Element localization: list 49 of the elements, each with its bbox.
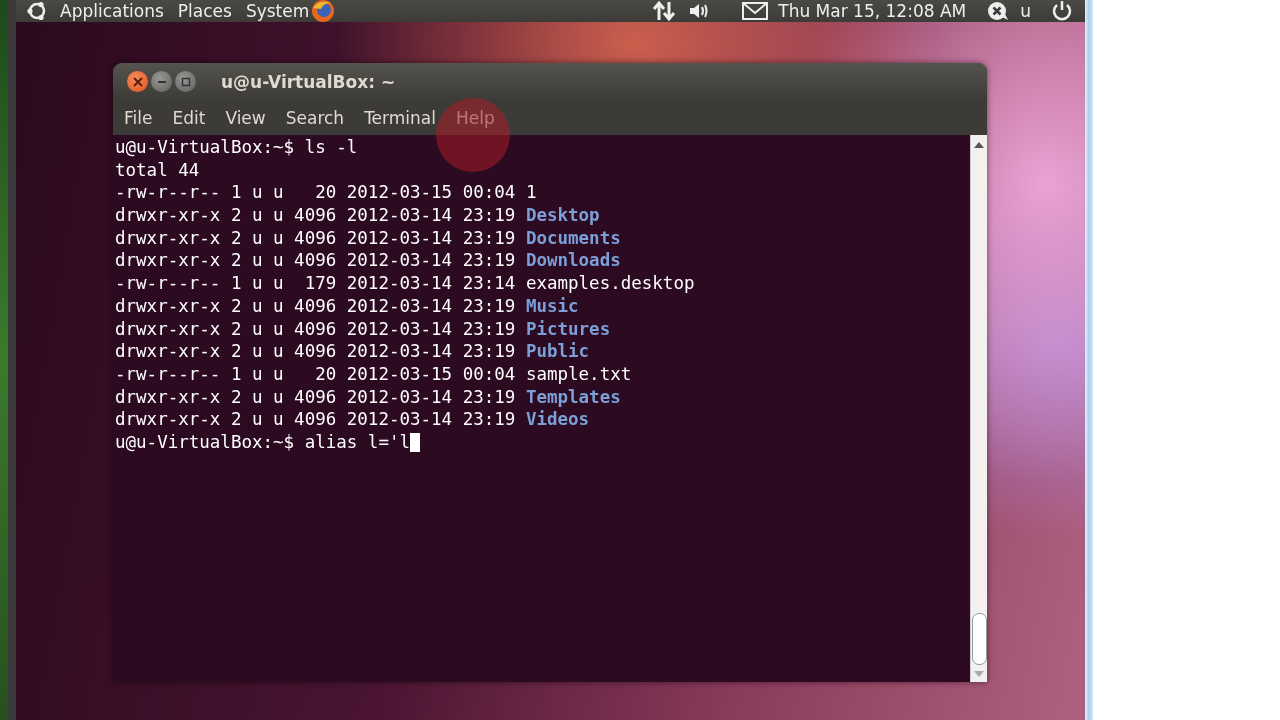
file-name: Pictures — [525, 317, 611, 341]
file-details: drwxr-xr-x 2 u u 4096 2012-03-14 23:19 — [115, 340, 516, 363]
file-name: Downloads — [525, 249, 621, 273]
file-details: drwxr-xr-x 2 u u 4096 2012-03-14 23:19 — [115, 204, 516, 227]
network-arrows-icon[interactable] — [652, 0, 677, 22]
terminal-line: u@u-VirtualBox:~$ ls -l — [115, 136, 358, 159]
close-button[interactable] — [127, 71, 148, 92]
file-details: -rw-r--r-- 1 u u 179 2012-03-14 23:14 — [115, 272, 516, 295]
window-title: u@u-VirtualBox: ~ — [221, 71, 396, 92]
file-name: 1 — [525, 181, 537, 205]
file-details: drwxr-xr-x 2 u u 4096 2012-03-14 23:19 — [115, 294, 516, 318]
menu-item[interactable]: Edit — [162, 107, 216, 128]
menu-item[interactable]: Search — [275, 107, 355, 128]
chat-status-icon[interactable] — [986, 0, 1011, 22]
file-details: -rw-r--r-- 1 u u 20 2012-03-15 00:04 — [115, 362, 516, 386]
mail-icon[interactable] — [742, 2, 769, 20]
file-name: examples.desktop — [525, 272, 695, 295]
file-details: -rw-r--r-- 1 u u 20 2012-03-15 00:04 — [115, 181, 516, 205]
file-details: drwxr-xr-x 2 u u 4096 2012-03-14 23:19 — [115, 317, 516, 341]
file-name: Desktop — [525, 204, 600, 227]
file-details: drwxr-xr-x 2 u u 4096 2012-03-14 23:19 — [115, 385, 516, 409]
scrollbar[interactable] — [970, 135, 987, 682]
file-details: drwxr-xr-x 2 u u 4096 2012-03-14 23:19 — [115, 408, 516, 431]
file-name: Documents — [525, 226, 621, 250]
panel-menu[interactable]: Applications — [60, 0, 164, 22]
menu-item[interactable]: View — [215, 107, 276, 128]
scroll-thumb[interactable] — [971, 613, 987, 665]
ubuntu-logo-icon[interactable] — [26, 0, 48, 22]
maximize-icon — [180, 76, 191, 87]
file-name: Music — [525, 294, 579, 318]
clock[interactable]: Thu Mar 15, 12:08 AM — [778, 0, 967, 22]
file-name: Videos — [525, 408, 590, 431]
minimize-button[interactable] — [151, 71, 172, 92]
maximize-button[interactable] — [175, 71, 196, 92]
panel-menu[interactable]: System — [245, 0, 310, 22]
scroll-up-icon[interactable] — [974, 142, 984, 148]
user-menu[interactable]: u — [1020, 1, 1031, 21]
menu-item[interactable]: File — [114, 107, 163, 128]
file-details: drwxr-xr-x 2 u u 4096 2012-03-14 23:19 — [115, 226, 516, 250]
power-icon[interactable] — [1051, 0, 1073, 22]
file-name: Templates — [525, 385, 621, 409]
panel-menu[interactable]: Places — [177, 0, 232, 22]
terminal-line: total 44 — [115, 158, 200, 182]
file-details: drwxr-xr-x 2 u u 4096 2012-03-14 23:19 — [115, 249, 516, 273]
close-icon — [132, 76, 143, 87]
file-name: sample.txt — [525, 362, 632, 386]
terminal-line: u@u-VirtualBox:~$ alias l='l — [115, 430, 410, 454]
menu-item[interactable]: Terminal — [354, 107, 446, 128]
file-name: Public — [525, 340, 590, 363]
